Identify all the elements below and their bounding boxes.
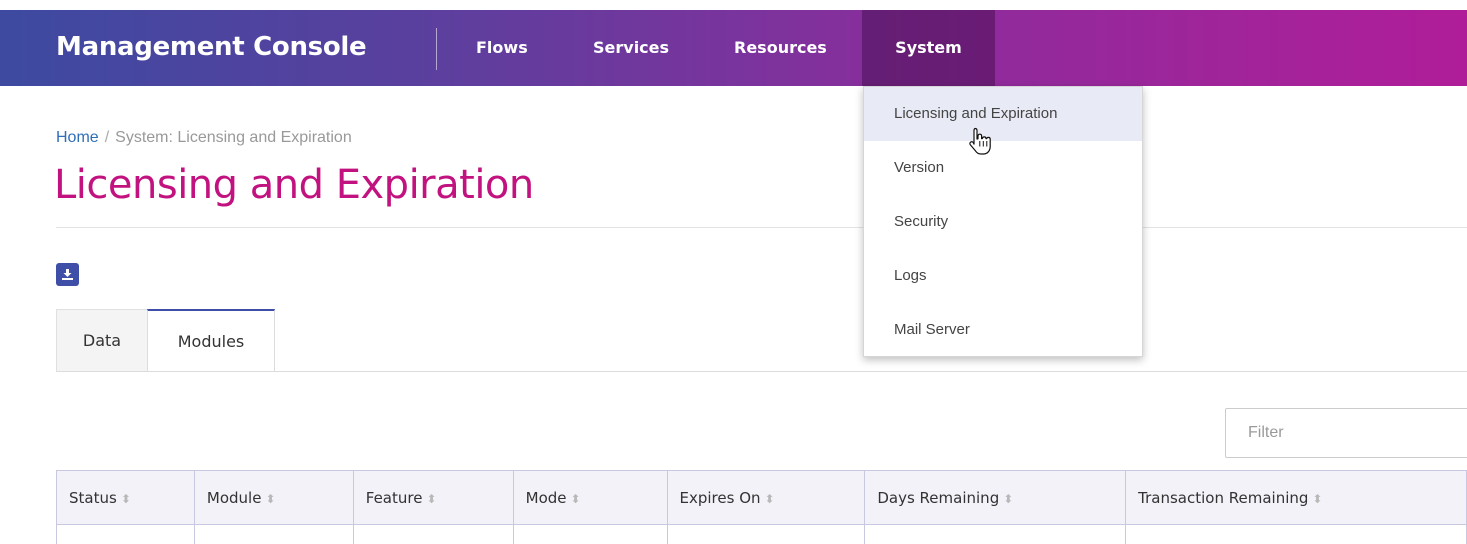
column-header-expires-on[interactable]: Expires On ⬍ [666, 470, 866, 525]
breadcrumb-current: System: Licensing and Expiration [115, 129, 352, 146]
hand-pointer-cursor-icon [969, 127, 991, 155]
system-dropdown-menu: Licensing and Expiration Version Securit… [863, 86, 1143, 357]
column-label: Days Remaining [877, 488, 1000, 507]
column-label: Mode [525, 488, 567, 507]
column-header-status[interactable]: Status ⬍ [56, 470, 195, 525]
table-cell [864, 524, 1127, 544]
menu-item-version[interactable]: Version [864, 141, 1142, 195]
breadcrumb-separator: / [104, 129, 110, 146]
sort-icon: ⬍ [570, 491, 581, 506]
table-cell [666, 524, 866, 544]
menu-item-mail-server[interactable]: Mail Server [864, 303, 1142, 357]
filter-input[interactable] [1225, 408, 1467, 458]
sort-icon: ⬍ [764, 491, 775, 506]
download-button[interactable] [56, 263, 79, 286]
download-icon [62, 269, 73, 280]
sort-icon: ⬍ [265, 491, 276, 506]
table-cell [1125, 524, 1467, 544]
sort-icon: ⬍ [1312, 491, 1323, 506]
column-header-transaction-remaining[interactable]: Transaction Remaining ⬍ [1125, 470, 1467, 525]
nav-services[interactable]: Services [593, 10, 669, 86]
table-cell [512, 524, 668, 544]
nav-resources[interactable]: Resources [734, 10, 827, 86]
table-header-row: Status ⬍ Module ⬍ Feature ⬍ Mode ⬍ Expires O… [56, 470, 1467, 525]
column-header-days-remaining[interactable]: Days Remaining ⬍ [864, 470, 1127, 525]
column-label: Transaction Remaining [1138, 488, 1309, 507]
top-navigation-bar: Management Console Flows Services Resour… [0, 10, 1467, 86]
app-title[interactable]: Management Console [56, 10, 367, 86]
column-label: Status [69, 488, 117, 507]
breadcrumb-home-link[interactable]: Home [56, 129, 99, 146]
nav-flows[interactable]: Flows [476, 10, 528, 86]
column-header-module[interactable]: Module ⬍ [193, 470, 354, 525]
sort-icon: ⬍ [426, 491, 437, 506]
breadcrumb: Home / System: Licensing and Expiration [56, 129, 352, 147]
brand-divider [436, 28, 437, 70]
nav-system[interactable]: System [862, 10, 995, 86]
menu-item-licensing-and-expiration[interactable]: Licensing and Expiration [864, 87, 1142, 141]
page-title: Licensing and Expiration [54, 162, 534, 208]
column-header-mode[interactable]: Mode ⬍ [512, 470, 668, 525]
menu-item-logs[interactable]: Logs [864, 249, 1142, 303]
table-row [56, 524, 1467, 544]
modules-table: Status ⬍ Module ⬍ Feature ⬍ Mode ⬍ Expires O… [56, 470, 1467, 544]
table-cell [352, 524, 514, 544]
column-label: Module [206, 488, 262, 507]
title-divider [56, 227, 1467, 228]
menu-item-security[interactable]: Security [864, 195, 1142, 249]
tabs-divider [56, 371, 1467, 372]
tab-data[interactable]: Data [56, 309, 148, 372]
table-cell [193, 524, 354, 544]
column-header-feature[interactable]: Feature ⬍ [352, 470, 514, 525]
sort-icon: ⬍ [1003, 491, 1014, 506]
column-label: Expires On [679, 488, 761, 507]
table-cell [56, 524, 195, 544]
sort-icon: ⬍ [120, 491, 131, 506]
tab-modules[interactable]: Modules [147, 309, 275, 372]
column-label: Feature [365, 488, 423, 507]
